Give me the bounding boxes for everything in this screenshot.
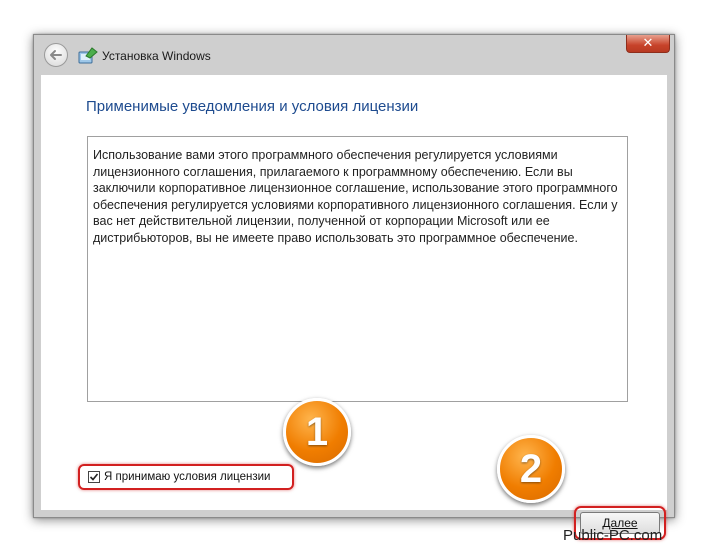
accept-license-checkbox-row[interactable]: Я принимаю условия лицензии (78, 464, 294, 490)
license-text-box[interactable]: Использование вами этого программного об… (87, 136, 628, 402)
close-icon: ✕ (642, 35, 654, 50)
page-title: Применимые уведомления и условия лицензи… (86, 98, 419, 115)
license-text: Использование вами этого программного об… (93, 148, 618, 245)
step-badge-1: 1 (283, 398, 351, 466)
back-arrow-icon (50, 50, 62, 60)
window-title: Установка Windows (102, 49, 211, 63)
windows-setup-icon (78, 47, 98, 64)
content-area: Применимые уведомления и условия лицензи… (41, 75, 667, 540)
close-button[interactable]: ✕ (626, 35, 670, 53)
watermark: Public-PC.com (563, 527, 663, 544)
title-bar: Установка Windows ✕ (34, 35, 674, 75)
back-button[interactable] (44, 43, 68, 67)
accept-license-label[interactable]: Я принимаю условия лицензии (104, 471, 270, 483)
accept-license-checkbox[interactable] (88, 471, 100, 483)
setup-window: Установка Windows ✕ Применимые уведомлен… (33, 34, 675, 540)
step-badge-2: 2 (497, 435, 565, 503)
checkmark-icon (89, 473, 99, 481)
